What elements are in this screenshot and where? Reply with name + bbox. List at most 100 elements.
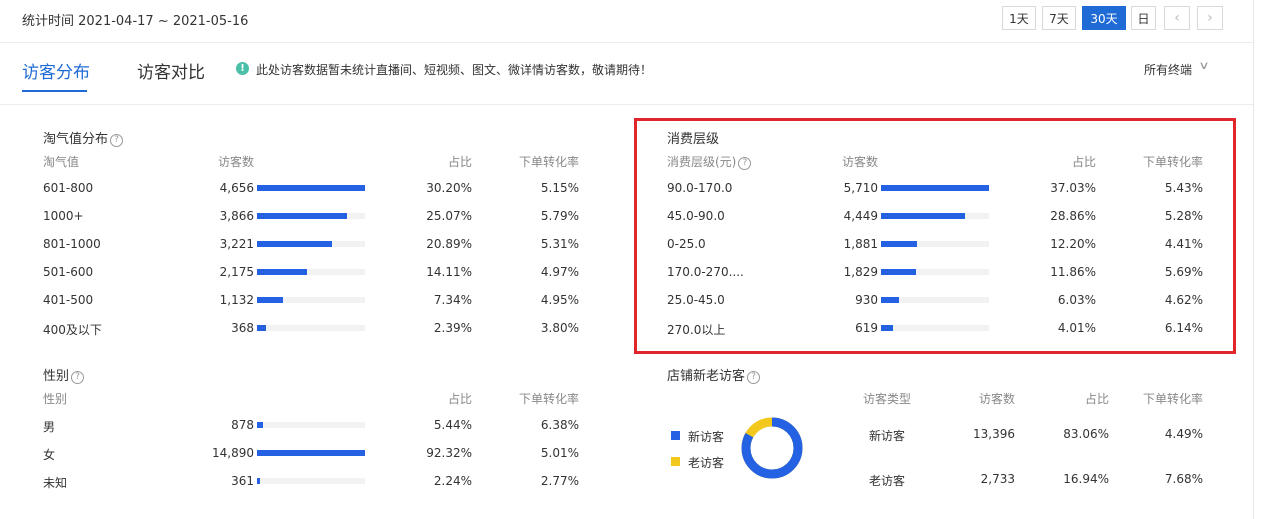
panel-right-border [1253,0,1254,519]
taoqi-row-share: 2.39% [433,321,472,335]
header-divider [0,42,1253,43]
consume-row-share: 11.86% [1050,265,1096,279]
taoqi-row-label: 1000+ [43,209,84,223]
taoqi-row-conversion: 4.95% [540,293,579,307]
consume-bar-track [881,241,989,247]
gender-row-conversion: 2.77% [540,474,579,488]
gender-bar-track [257,422,365,428]
taoqi-row-visitors: 3,866 [219,209,254,223]
taoqi-bar-fill [257,269,308,275]
consume-row-conversion: 4.41% [1164,237,1203,251]
taoqi-bar-track [257,297,365,303]
date-range-label: 统计时间 2021-04-17 ~ 2021-05-16 [22,14,249,29]
consume-section-title: 消费层级 [667,132,720,147]
consume-row-share: 6.03% [1057,293,1096,307]
consume-bar-track [881,213,989,219]
taoqi-row-conversion: 5.31% [540,237,579,251]
help-icon[interactable]: ? [110,134,124,147]
consume-row-conversion: 4.62% [1164,293,1203,307]
gender-row-visitors: 878 [231,418,254,432]
tab-visitor-comparison[interactable]: 访客对比 [137,58,205,83]
shop-header-visitors: 访客数 [978,392,1015,406]
consume-row-visitors: 4,449 [843,209,878,223]
taoqi-bar-fill [257,241,332,247]
consume-bar-fill [881,325,893,331]
gender-section-title: 性别? [43,365,85,384]
help-icon[interactable]: ? [71,371,85,384]
consume-bar-fill [881,269,916,275]
taoqi-row-conversion: 4.97% [540,265,579,279]
taoqi-bar-track [257,185,365,191]
chevron-left-icon: ‹ [1174,10,1180,26]
legend-new-swatch [671,431,680,440]
chevron-down-icon[interactable]: ∨ [1198,59,1209,72]
shop-row-conversion: 4.49% [1164,427,1203,441]
consume-row-visitors: 1,829 [843,265,878,279]
taoqi-bar-track [257,325,365,331]
taoqi-header-label: 淘气值 [43,155,80,169]
taoqi-row-share: 25.07% [426,209,472,223]
consume-row-visitors: 1,881 [843,237,878,251]
taoqi-row-visitors: 2,175 [219,265,254,279]
consume-row-label: 90.0-170.0 [667,181,733,195]
range-30day-button[interactable]: 30天 [1082,6,1126,30]
consume-row-conversion: 5.28% [1164,209,1203,223]
taoqi-header-visitors: 访客数 [218,155,255,169]
range-7day-button[interactable]: 7天 [1042,6,1076,30]
info-icon: ! [236,62,249,75]
help-icon[interactable]: ? [747,371,761,384]
consume-row-share: 4.01% [1057,321,1096,335]
gender-row-visitors: 14,890 [212,446,254,460]
taoqi-section-title: 淘气值分布? [43,128,124,147]
terminal-filter-dropdown[interactable]: 所有终端 [1144,61,1192,78]
consume-bar-track [881,269,989,275]
consume-bar-fill [881,213,966,219]
range-1day-button[interactable]: 1天 [1002,6,1036,30]
consume-row-label: 270.0以上 [667,323,726,337]
consume-row-conversion: 5.69% [1164,265,1203,279]
shop-visitors-section-title: 店铺新老访客? [667,365,761,384]
gender-bar-track [257,478,365,484]
consume-row-share: 12.20% [1050,237,1096,251]
shop-header-share: 占比 [1084,392,1109,406]
taoqi-row-share: 7.34% [433,293,472,307]
gender-row-share: 92.32% [426,446,472,460]
consume-row-conversion: 6.14% [1164,321,1203,335]
tab-visitor-distribution[interactable]: 访客分布 [22,58,90,83]
shop-row-type: 老访客 [869,474,906,488]
taoqi-row-share: 14.11% [426,265,472,279]
help-icon[interactable]: ? [738,157,752,170]
consume-header-visitors: 访客数 [842,155,879,169]
taoqi-row-visitors: 3,221 [219,237,254,251]
range-day-button[interactable]: 日 [1131,6,1156,30]
shop-row-visitors: 13,396 [973,427,1015,441]
consume-bar-fill [881,241,917,247]
shop-row-share: 16.94% [1063,472,1109,486]
prev-period-button[interactable]: ‹ [1164,6,1190,30]
consume-bar-fill [881,185,989,191]
taoqi-row-share: 30.20% [426,181,472,195]
taoqi-row-label: 801-1000 [43,237,101,251]
taoqi-bar-track [257,241,365,247]
next-period-button[interactable]: › [1197,6,1223,30]
gender-row-share: 2.24% [433,474,472,488]
gender-header-conversion: 下单转化率 [518,392,579,406]
gender-row-conversion: 5.01% [540,446,579,460]
consume-header-conversion: 下单转化率 [1142,155,1203,169]
taoqi-row-visitors: 4,656 [219,181,254,195]
consume-bar-fill [881,297,899,303]
shop-row-type: 新访客 [869,429,906,443]
consume-row-label: 0-25.0 [667,237,706,251]
legend-old-swatch [671,457,680,466]
shop-header-type: 访客类型 [863,392,912,406]
chevron-right-icon: › [1207,10,1213,26]
gender-row-label: 男 [43,420,56,434]
consume-row-share: 28.86% [1050,209,1096,223]
taoqi-row-conversion: 5.79% [540,209,579,223]
consume-header-share: 占比 [1071,155,1096,169]
consume-row-label: 170.0-270.... [667,265,744,279]
consume-row-visitors: 5,710 [843,181,878,195]
taoqi-bar-fill [257,185,365,191]
active-tab-underline [22,90,87,92]
taoqi-row-conversion: 5.15% [540,181,579,195]
